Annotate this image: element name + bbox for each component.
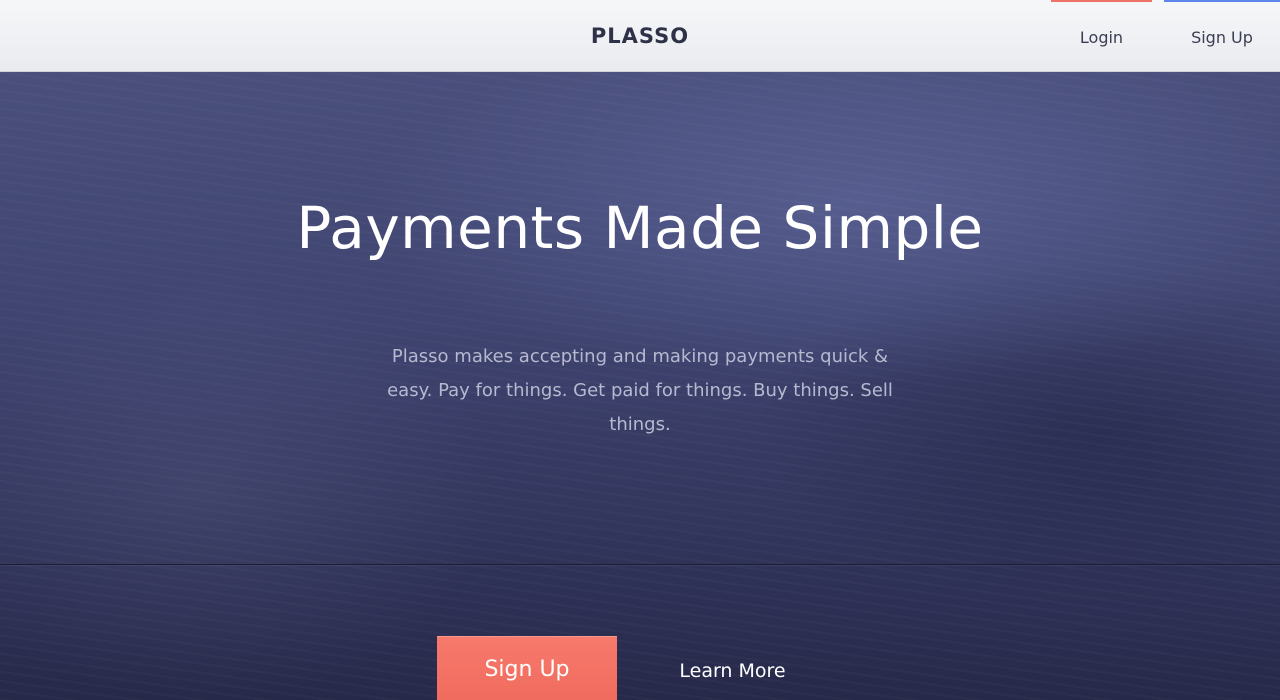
nav-signup-link[interactable]: Sign Up [1164,0,1280,72]
learn-more-link[interactable]: Learn More [660,656,805,686]
site-header: PLASSO Login Sign Up [0,0,1280,72]
signup-button[interactable]: Sign Up [437,636,617,700]
hero-divider [0,564,1280,565]
hero-subtext: Plasso makes accepting and making paymen… [387,346,893,435]
nav-login-link[interactable]: Login [1051,0,1152,72]
hero-section: Payments Made Simple Plasso makes accept… [0,72,1280,700]
plasso-logo[interactable]: PLASSO [586,22,694,50]
logo-text: PLASSO [590,24,690,48]
hero-headline: Payments Made Simple [296,194,984,262]
page: PLASSO Login Sign Up Payments Made Simpl… [0,0,1280,700]
